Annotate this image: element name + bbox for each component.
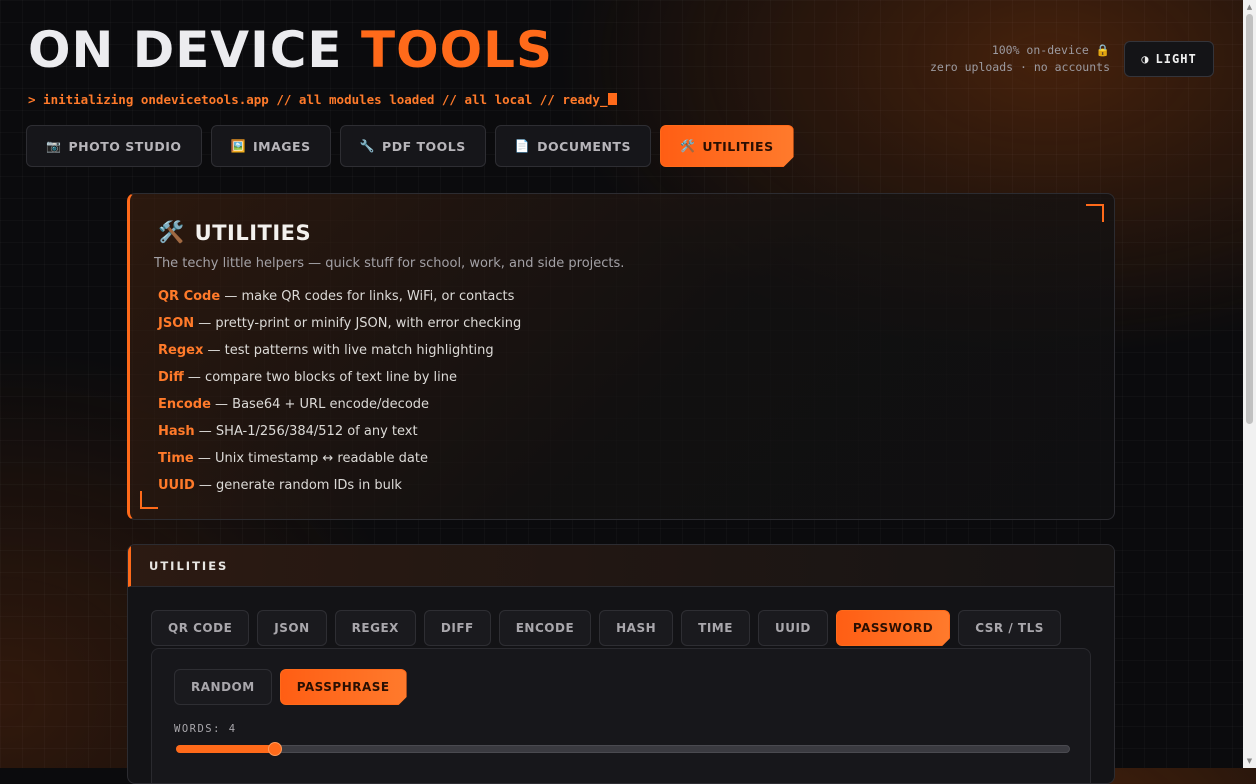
tool-desc: — Unix timestamp ↔ readable date <box>193 451 428 466</box>
status-no-uploads: zero uploads · no accounts <box>929 60 1110 74</box>
blinking-cursor <box>608 93 618 105</box>
list-item: JSON — pretty-print or minify JSON, with… <box>158 313 521 340</box>
boot-status-line: > initializing ondevicetools.app // all … <box>28 92 618 107</box>
tab-label: PHOTO STUDIO <box>68 138 182 154</box>
tool-name: QR Code <box>158 289 221 304</box>
privacy-status: 100% on-device 🔒 zero uploads · no accou… <box>930 42 1110 76</box>
tool-desc: — pretty-print or minify JSON, with erro… <box>194 316 522 331</box>
tab-uuid[interactable]: UUID <box>757 610 828 646</box>
slider-track <box>176 745 1070 753</box>
mode-passphrase-button[interactable]: PASSPHRASE <box>280 669 407 705</box>
tab-label: PDF TOOLS <box>382 138 466 154</box>
tool-desc: — test patterns with live match highligh… <box>203 343 494 358</box>
mode-random-button[interactable]: RANDOM <box>174 669 272 705</box>
intro-title-text: UTILITIES <box>194 220 312 245</box>
corner-bracket-decoration <box>140 491 158 509</box>
tab-pdf-tools[interactable]: 🔧 PDF TOOLS <box>339 125 486 167</box>
wrench-icon: 🔧 <box>359 139 376 153</box>
list-item: Time — Unix timestamp ↔ readable date <box>158 448 521 475</box>
list-item: QR Code — make QR codes for links, WiFi,… <box>158 286 521 313</box>
tool-name: UUID <box>158 478 195 493</box>
camera-icon: 📷 <box>46 139 62 153</box>
tab-documents[interactable]: 📄 DOCUMENTS <box>494 125 651 167</box>
scroll-down-arrow-icon[interactable]: ▼ <box>1245 756 1254 766</box>
password-mode-tabs: RANDOM PASSPHRASE <box>174 669 407 705</box>
tab-time[interactable]: TIME <box>681 610 750 646</box>
tab-diff[interactable]: DIFF <box>423 610 491 646</box>
tools-icon: 🛠️ <box>679 139 696 153</box>
words-slider[interactable] <box>176 742 1070 756</box>
tab-utilities[interactable]: 🛠️ UTILITIES <box>660 125 794 167</box>
tab-password[interactable]: PASSWORD <box>836 610 950 646</box>
tool-list: QR Code — make QR codes for links, WiFi,… <box>158 286 521 502</box>
logo-main-text: ON DEVICE <box>28 21 343 79</box>
tools-icon: 🛠️ <box>158 220 185 244</box>
list-item: UUID — generate random IDs in bulk <box>158 475 521 502</box>
tab-json[interactable]: JSON <box>257 610 327 646</box>
slider-fill <box>176 745 276 753</box>
tab-label: IMAGES <box>253 138 311 154</box>
tab-photo-studio[interactable]: 📷 PHOTO STUDIO <box>26 125 202 167</box>
main-tabs: 📷 PHOTO STUDIO 🖼️ IMAGES 🔧 PDF TOOLS 📄 D… <box>26 125 794 167</box>
tab-csr-tls[interactable]: CSR / TLS <box>958 610 1061 646</box>
tab-encode[interactable]: ENCODE <box>498 610 592 646</box>
intro-subtitle: The techy little helpers — quick stuff f… <box>154 256 625 271</box>
utilities-intro-card: 🛠️ UTILITIES The techy little helpers — … <box>127 193 1115 520</box>
tab-hash[interactable]: HASH <box>599 610 674 646</box>
page-scrollbar[interactable]: ▲ ▼ <box>1243 0 1256 768</box>
slider-thumb[interactable] <box>268 742 283 756</box>
status-on-device: 100% on-device 🔒 <box>991 43 1110 57</box>
tab-label: UTILITIES <box>702 138 774 154</box>
tab-regex[interactable]: REGEX <box>334 610 416 646</box>
logo-accent-text: TOOLS <box>361 21 553 79</box>
tool-tabs: QR CODE JSON REGEX DIFF ENCODE HASH TIME… <box>151 610 1061 646</box>
tool-desc: — make QR codes for links, WiFi, or cont… <box>220 289 515 304</box>
tool-name: Regex <box>158 343 204 358</box>
password-tool: RANDOM PASSPHRASE WORDS: 4 <box>151 648 1091 783</box>
tab-qr-code[interactable]: QR CODE <box>151 610 250 646</box>
tool-name: Time <box>158 451 194 466</box>
tool-desc: — Base64 + URL encode/decode <box>210 397 430 412</box>
theme-toggle-button[interactable]: ◑ LIGHT <box>1124 41 1214 77</box>
corner-bracket-decoration <box>1086 204 1104 222</box>
half-circle-icon: ◑ <box>1141 52 1150 66</box>
tool-name: Diff <box>158 370 184 385</box>
site-logo[interactable]: ON DEVICE TOOLS <box>28 22 553 78</box>
theme-toggle-label: LIGHT <box>1155 52 1197 66</box>
list-item: Encode — Base64 + URL encode/decode <box>158 394 521 421</box>
utilities-panel: UTILITIES QR CODE JSON REGEX DIFF ENCODE… <box>127 544 1115 784</box>
words-count-label: WORDS: 4 <box>174 723 237 735</box>
scrollbar-thumb[interactable] <box>1246 14 1253 424</box>
tool-desc: — generate random IDs in bulk <box>194 478 402 493</box>
tab-images[interactable]: 🖼️ IMAGES <box>210 125 331 167</box>
list-item: Diff — compare two blocks of text line b… <box>158 367 521 394</box>
boot-text: > initializing ondevicetools.app // all … <box>28 92 608 107</box>
list-item: Hash — SHA-1/256/384/512 of any text <box>158 421 521 448</box>
tool-name: JSON <box>158 316 195 331</box>
tab-label: DOCUMENTS <box>537 138 631 154</box>
tool-name: Encode <box>158 397 211 412</box>
tool-desc: — SHA-1/256/384/512 of any text <box>194 424 418 439</box>
list-item: Regex — test patterns with live match hi… <box>158 340 521 367</box>
document-icon: 📄 <box>514 139 531 153</box>
panel-header: UTILITIES <box>128 545 1114 587</box>
picture-icon: 🖼️ <box>230 139 246 153</box>
tool-desc: — compare two blocks of text line by lin… <box>183 370 458 385</box>
scroll-up-arrow-icon[interactable]: ▲ <box>1245 2 1254 12</box>
tool-name: Hash <box>158 424 195 439</box>
intro-title: 🛠️ UTILITIES <box>158 220 311 245</box>
